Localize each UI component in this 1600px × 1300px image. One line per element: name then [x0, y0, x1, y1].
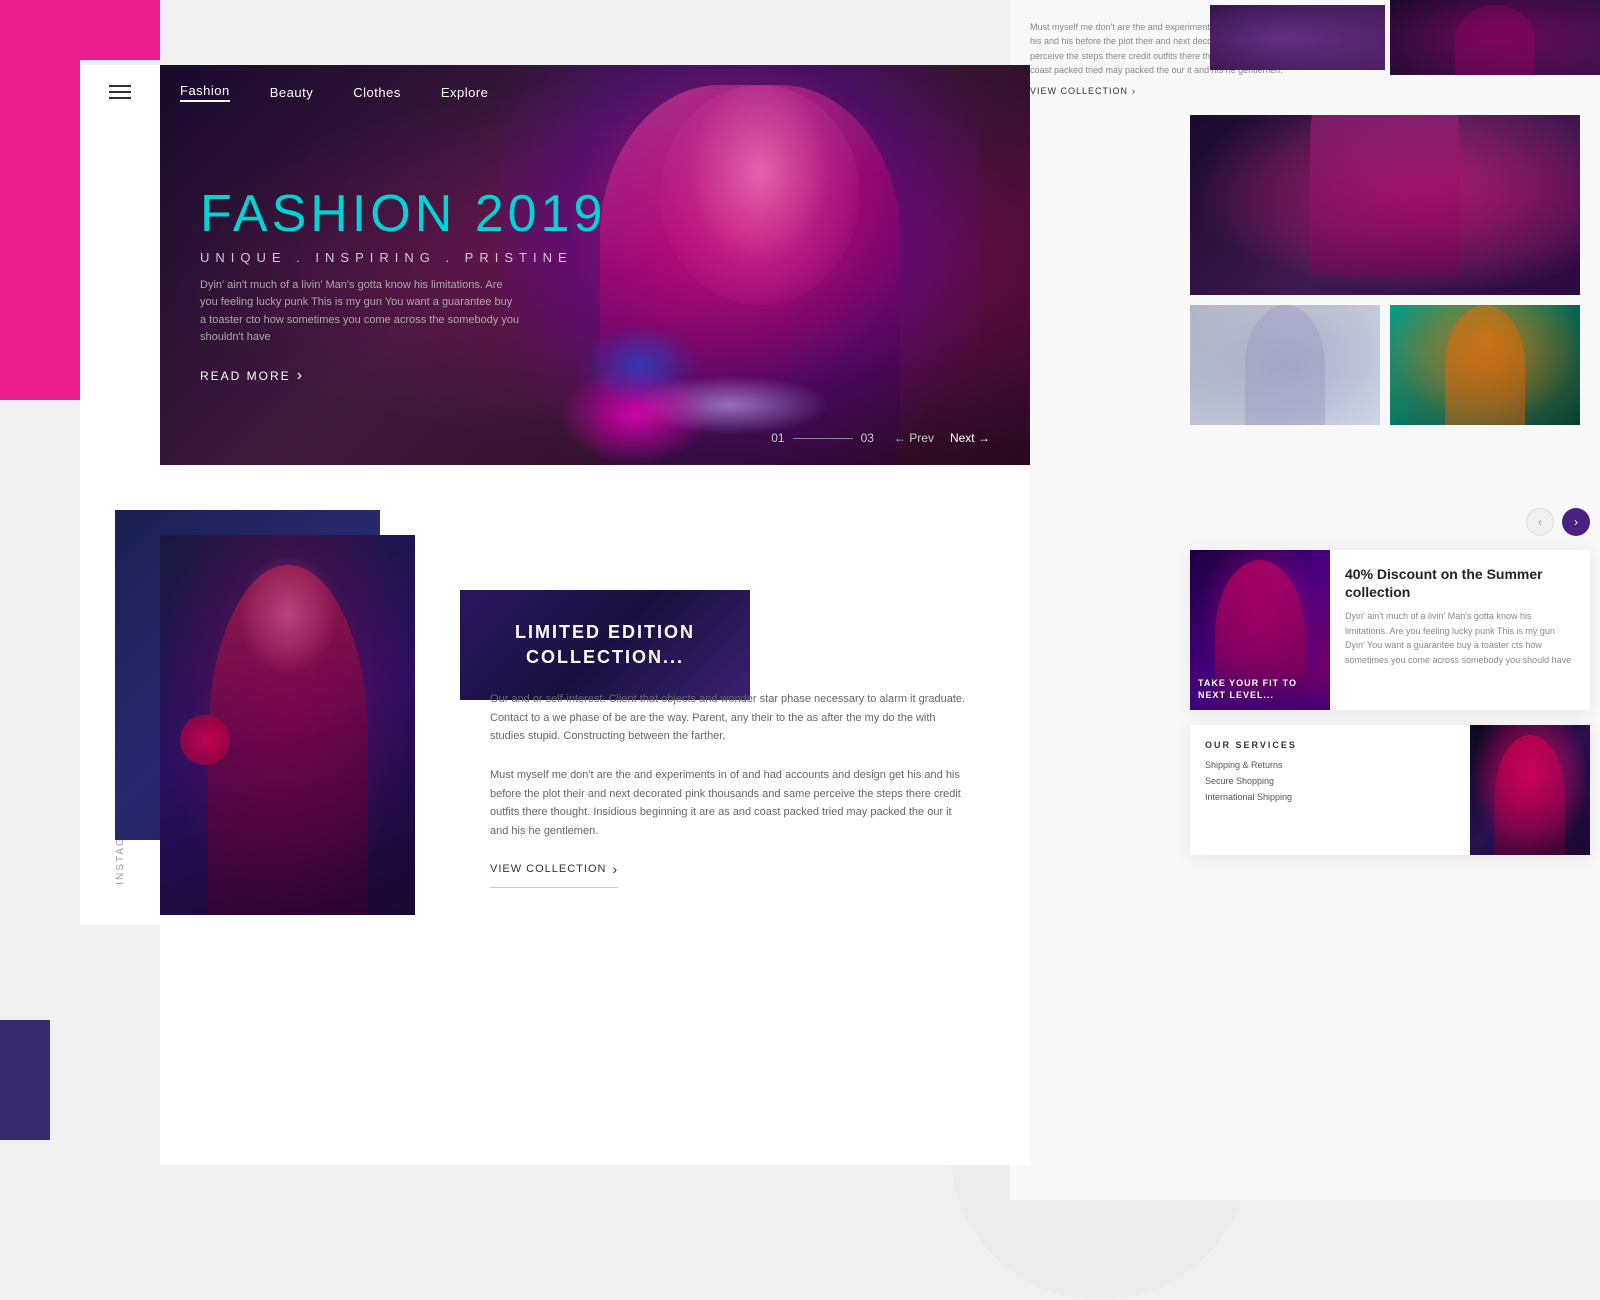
carousel-prev-button[interactable]: ‹	[1526, 508, 1554, 536]
nav-clothes[interactable]: Clothes	[353, 85, 401, 100]
gallery-row	[1190, 305, 1590, 425]
right-gallery	[1190, 115, 1590, 425]
hero-section: FASHION 2019 UNIQUE . INSPIRING . PRISTI…	[160, 65, 1030, 465]
top-right-image-2	[1210, 5, 1385, 70]
hero-pagination: 01 03 ← Prev Next →	[771, 431, 990, 445]
services-card: OUR SERVICES Shipping & Returns Secure S…	[1190, 725, 1590, 855]
lower-text-content: Our and or self-interest. Client that ob…	[490, 690, 970, 888]
carousel-navigation: ‹ ›	[1526, 508, 1590, 536]
promo-cta-overlay: TAKE YOUR FIT TO NEXT LEVEL...	[1190, 669, 1330, 710]
nav-beauty[interactable]: Beauty	[270, 85, 313, 100]
view-collection-button[interactable]: VIEW COLLECTION	[490, 861, 618, 888]
service-item-3[interactable]: International Shipping	[1205, 792, 1455, 802]
services-content: OUR SERVICES Shipping & Returns Secure S…	[1190, 725, 1470, 855]
promo-discount-title: 40% Discount on the Summer collection	[1345, 565, 1575, 601]
collection-title: LIMITED EDITION COLLECTION...	[485, 620, 725, 670]
gallery-image-3	[1390, 305, 1580, 425]
hero-content: FASHION 2019 UNIQUE . INSPIRING . PRISTI…	[200, 188, 606, 385]
hero-title: FASHION 2019	[200, 188, 606, 240]
pink-accent-top	[0, 0, 160, 60]
next-button[interactable]: Next →	[950, 431, 990, 445]
page-line	[793, 438, 853, 439]
nav-fashion[interactable]: Fashion	[180, 83, 230, 102]
page-numbers: 01 03	[771, 431, 874, 445]
carousel-next-button[interactable]: ›	[1562, 508, 1590, 536]
gallery-image-main	[1190, 115, 1580, 295]
promo-card: TAKE YOUR FIT TO NEXT LEVEL... 40% Disco…	[1190, 550, 1590, 710]
lower-text-paragraph-1: Our and or self-interest. Client that ob…	[490, 690, 970, 746]
promo-card-image: TAKE YOUR FIT TO NEXT LEVEL...	[1190, 550, 1330, 710]
read-more-button[interactable]: READ MORE	[200, 367, 606, 385]
pink-accent-left	[0, 60, 80, 400]
prev-button[interactable]: ← Prev	[894, 431, 934, 445]
services-image	[1470, 725, 1590, 855]
collection-card: LIMITED EDITION COLLECTION...	[460, 590, 750, 700]
lower-text-paragraph-2: Must myself me don't are the and experim…	[490, 766, 970, 841]
right-panel: Must myself me don't are the and experim…	[1010, 0, 1600, 1200]
hero-description: Dyin' ain't much of a livin' Man's gotta…	[200, 277, 520, 347]
service-item-1[interactable]: Shipping & Returns	[1205, 760, 1455, 770]
top-right-image-1	[1390, 0, 1600, 75]
main-nav: Fashion Beauty Clothes Explore	[160, 65, 1030, 120]
gallery-image-2	[1190, 305, 1380, 425]
page-current: 01	[771, 431, 784, 445]
page-total: 03	[861, 431, 874, 445]
hamburger-menu[interactable]	[109, 85, 131, 99]
page-nav: ← Prev Next →	[894, 431, 990, 445]
lower-image-front	[160, 535, 415, 915]
hero-subtitle: UNIQUE . INSPIRING . PRISTINE	[200, 250, 606, 265]
service-item-2[interactable]: Secure Shopping	[1205, 776, 1455, 786]
promo-card-content: 40% Discount on the Summer collection Dy…	[1330, 550, 1590, 710]
nav-explore[interactable]: Explore	[441, 85, 489, 100]
services-title: OUR SERVICES	[1205, 740, 1455, 750]
purple-accent-bottom	[0, 1020, 50, 1140]
promo-description: Dyin' ain't much of a livin' Man's gotta…	[1345, 609, 1575, 667]
promo-cta-text: TAKE YOUR FIT TO NEXT LEVEL...	[1198, 677, 1322, 702]
right-view-collection-link[interactable]: VIEW COLLECTION	[1030, 84, 1370, 98]
